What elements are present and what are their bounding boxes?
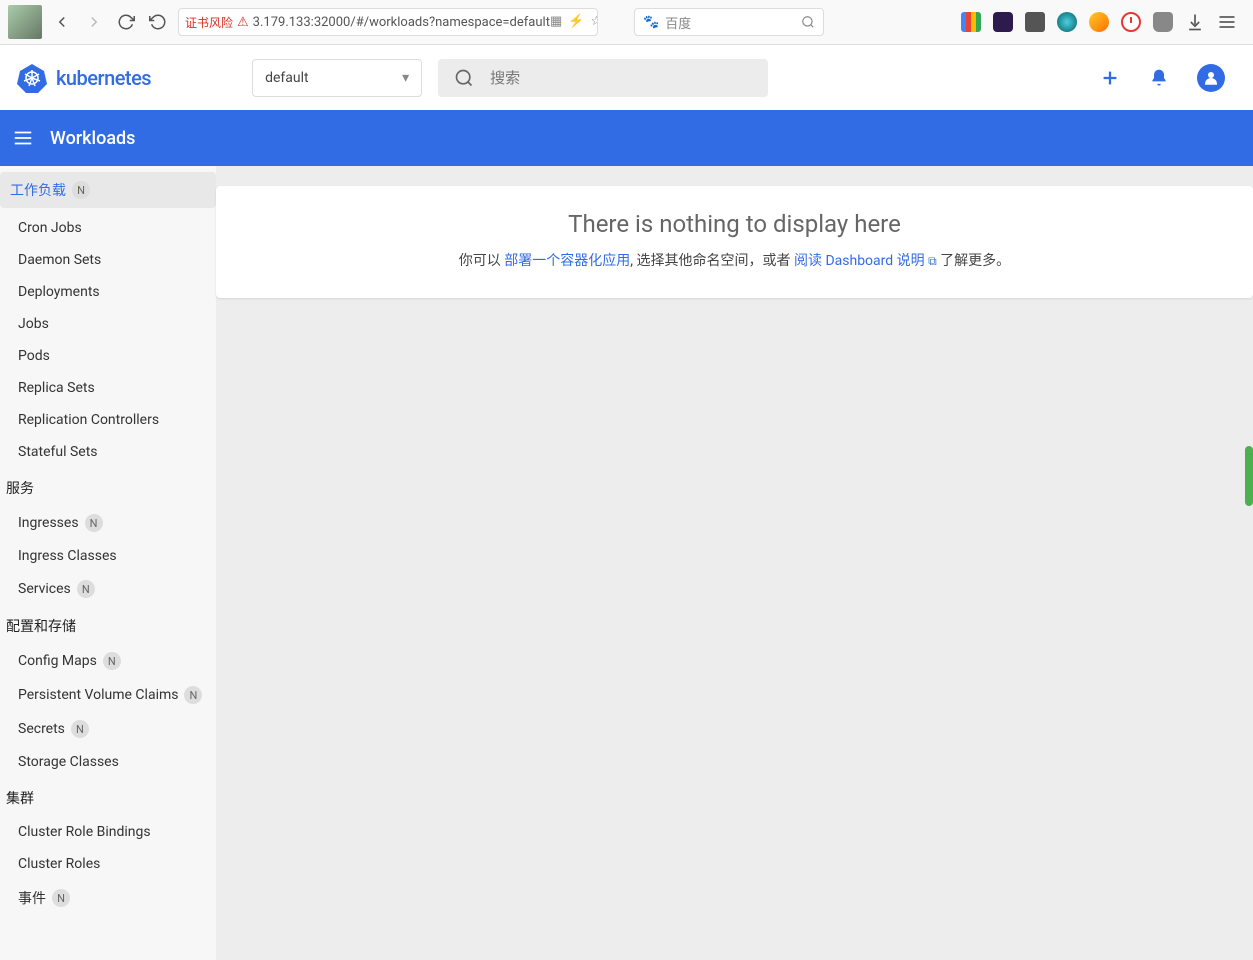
sidebar-item-pvc[interactable]: Persistent Volume Claims N [0, 678, 216, 712]
sidebar: 工作负载 N Cron Jobs Daemon Sets Deployments… [0, 166, 216, 960]
page-bar: Workloads [0, 110, 1253, 166]
adblock-icon[interactable] [1121, 12, 1141, 32]
sidebar-item-storageclasses[interactable]: Storage Classes [0, 746, 216, 778]
empty-state-card: There is nothing to display here 你可以 部署一… [216, 186, 1253, 298]
ext-purple-icon[interactable] [993, 12, 1013, 32]
sidebar-section-cluster[interactable]: 集群 [0, 778, 216, 816]
chevron-down-icon: ▾ [402, 70, 409, 86]
ms-apps-icon[interactable] [961, 12, 981, 32]
back-button[interactable] [50, 10, 74, 34]
empty-title: There is nothing to display here [236, 210, 1233, 238]
cert-warning-label: 证书风险 [185, 14, 233, 31]
sidebar-item-replicasets[interactable]: Replica Sets [0, 372, 216, 404]
forward-button[interactable] [82, 10, 106, 34]
browser-search-placeholder: 百度 [665, 13, 691, 32]
namespace-badge: N [103, 652, 121, 670]
sidebar-item-daemonsets[interactable]: Daemon Sets [0, 244, 216, 276]
notifications-icon[interactable] [1149, 68, 1169, 88]
extension-icons [961, 12, 1245, 32]
empty-subtitle: 你可以 部署一个容器化应用, 选择其他命名空间，或者 阅读 Dashboard … [236, 250, 1233, 270]
page-title: Workloads [50, 128, 135, 149]
sidebar-item-statefulsets[interactable]: Stateful Sets [0, 436, 216, 468]
sidebar-item-events[interactable]: 事件 N [0, 880, 216, 916]
namespace-badge: N [52, 889, 70, 907]
sidebar-item-secrets[interactable]: Secrets N [0, 712, 216, 746]
main-panel: There is nothing to display here 你可以 部署一… [216, 166, 1253, 960]
namespace-badge: N [72, 181, 90, 199]
namespace-badge: N [77, 580, 95, 598]
sidebar-item-ingressclasses[interactable]: Ingress Classes [0, 540, 216, 572]
app-search[interactable]: 搜索 [438, 59, 768, 97]
content-area: 工作负载 N Cron Jobs Daemon Sets Deployments… [0, 166, 1253, 960]
flash-icon[interactable]: ⚡ [568, 14, 584, 30]
sidebar-item-rc[interactable]: Replication Controllers [0, 404, 216, 436]
search-icon [454, 68, 474, 88]
sidebar-section-config[interactable]: 配置和存储 [0, 606, 216, 644]
undo-nav-button[interactable] [146, 10, 170, 34]
lock-broken-icon: ⚠ [237, 15, 249, 30]
profile-thumb[interactable] [8, 5, 42, 39]
browser-toolbar: 证书风险 ⚠ 3.179.133:32000/#/workloads?names… [0, 0, 1253, 45]
ext-orange-icon[interactable] [1089, 12, 1109, 32]
deploy-app-link[interactable]: 部署一个容器化应用 [504, 253, 630, 269]
browser-search[interactable]: 🐾 百度 [634, 8, 824, 36]
kubernetes-logo[interactable]: kubernetes [16, 62, 151, 94]
header-actions [1099, 64, 1237, 92]
sidebar-item-cronjobs[interactable]: Cron Jobs [0, 212, 216, 244]
url-text: 3.179.133:32000/#/workloads?namespace=de… [253, 15, 550, 30]
namespace-badge: N [184, 686, 202, 704]
sidebar-item-ingresses[interactable]: Ingresses N [0, 506, 216, 540]
sidebar-item-workloads[interactable]: 工作负载 N [0, 172, 216, 208]
read-docs-link[interactable]: 阅读 Dashboard 说明 ⧉ [794, 253, 937, 269]
sidebar-item-label: 工作负载 [10, 180, 66, 200]
brand-text: kubernetes [56, 66, 151, 90]
ext-copy-icon[interactable] [1025, 12, 1045, 32]
namespace-value: default [265, 70, 309, 86]
browser-menu-icon[interactable] [1217, 12, 1237, 32]
namespace-select[interactable]: default ▾ [252, 59, 422, 97]
sidebar-item-configmaps[interactable]: Config Maps N [0, 644, 216, 678]
app-search-placeholder: 搜索 [490, 67, 520, 88]
star-icon[interactable]: ☆ [590, 14, 598, 30]
qr-icon[interactable]: ▦ [550, 14, 562, 30]
sidebar-item-services[interactable]: Services N [0, 572, 216, 606]
sidebar-item-pods[interactable]: Pods [0, 340, 216, 372]
sidebar-section-service[interactable]: 服务 [0, 468, 216, 506]
k8s-wheel-icon [16, 62, 48, 94]
baidu-icon: 🐾 [643, 15, 659, 30]
user-avatar-icon[interactable] [1197, 64, 1225, 92]
ext-teal-icon[interactable] [1057, 12, 1077, 32]
url-actions: ▦ ⚡ ☆ ˅ [550, 14, 598, 30]
search-icon[interactable] [801, 15, 815, 29]
download-icon[interactable] [1185, 12, 1205, 32]
namespace-badge: N [85, 514, 103, 532]
scrollbar-thumb[interactable] [1245, 446, 1253, 506]
menu-toggle-icon[interactable] [12, 127, 34, 149]
app-header: kubernetes default ▾ 搜索 [0, 45, 1253, 110]
sidebar-item-deployments[interactable]: Deployments [0, 276, 216, 308]
sidebar-item-jobs[interactable]: Jobs [0, 308, 216, 340]
sidebar-item-crb[interactable]: Cluster Role Bindings [0, 816, 216, 848]
external-link-icon: ⧉ [928, 254, 937, 268]
address-bar[interactable]: 证书风险 ⚠ 3.179.133:32000/#/workloads?names… [178, 8, 598, 36]
ext-cat-icon[interactable] [1153, 12, 1173, 32]
create-button[interactable] [1099, 67, 1121, 89]
reload-button[interactable] [114, 10, 138, 34]
namespace-badge: N [71, 720, 89, 738]
sidebar-item-clusterroles[interactable]: Cluster Roles [0, 848, 216, 880]
